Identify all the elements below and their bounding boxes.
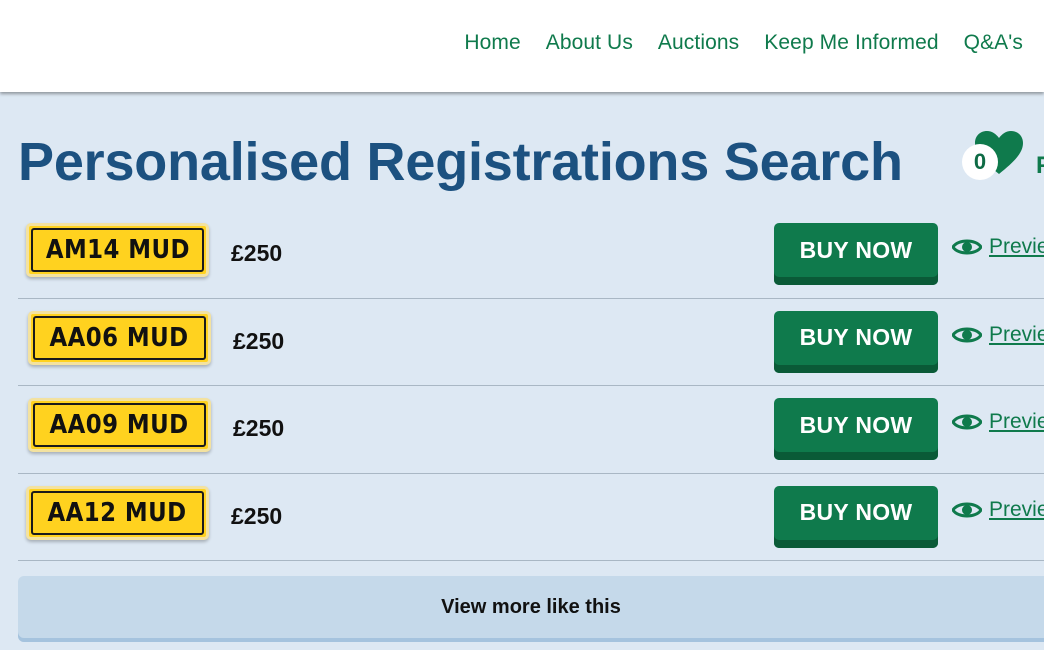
preview-label: Previe — [989, 497, 1044, 521]
eye-icon — [952, 239, 982, 255]
result-row: AA06 MUD £250 BUY NOW Previe — [18, 299, 1044, 386]
nav-item-qa: Q&A's — [964, 31, 1023, 55]
favourites-widget[interactable]: 0 F W — [962, 130, 1044, 210]
top-navigation: Home About Us Auctions Keep Me Informed … — [0, 0, 1044, 92]
preview-link[interactable]: Previe — [952, 410, 1044, 434]
nav-item-about-us: About Us — [546, 31, 633, 55]
preview-label: Previe — [989, 322, 1044, 346]
preview-link[interactable]: Previe — [952, 323, 1044, 347]
plate-registration: AA06 MUD — [49, 322, 190, 353]
buy-now-button[interactable]: BUY NOW — [774, 485, 938, 548]
favourites-count-badge: 0 — [962, 144, 998, 180]
favourites-label: F W — [1036, 152, 1044, 179]
nav-link-about-us[interactable]: About Us — [546, 31, 633, 54]
nav-item-auctions: Auctions — [658, 31, 739, 55]
nav-item-keep-me-informed: Keep Me Informed — [764, 31, 938, 55]
number-plate[interactable]: AA12 MUD — [26, 485, 209, 540]
price: £250 — [231, 502, 283, 529]
eye-icon — [952, 414, 982, 430]
plate-registration: AA09 MUD — [49, 410, 190, 440]
nav-item-home: Home — [464, 31, 520, 55]
result-row: AA09 MUD £250 BUY NOW Previe — [18, 386, 1044, 474]
buy-now-button[interactable]: BUY NOW — [774, 310, 938, 373]
plate-registration: AM14 MUD — [45, 235, 190, 265]
nav-link-qa[interactable]: Q&A's — [964, 31, 1023, 54]
preview-label: Previe — [989, 235, 1044, 258]
preview-link[interactable]: Previe — [952, 498, 1044, 522]
results-list: AM14 MUD £250 BUY NOW Previe AA06 MUD £2… — [18, 211, 1044, 561]
eye-icon — [952, 502, 982, 517]
number-plate-border: AA12 MUD — [31, 490, 204, 535]
result-row: AM14 MUD £250 BUY NOW Previe — [18, 211, 1044, 299]
price: £250 — [231, 240, 283, 266]
nav-link-keep-me-informed[interactable]: Keep Me Informed — [764, 31, 938, 54]
number-plate-border: AM14 MUD — [31, 228, 204, 272]
number-plate[interactable]: AA06 MUD — [28, 310, 211, 365]
number-plate-border: AA06 MUD — [33, 315, 206, 360]
eye-icon — [952, 327, 982, 342]
preview-label: Previe — [989, 410, 1044, 433]
number-plate[interactable]: AA09 MUD — [28, 398, 211, 452]
buy-now-button[interactable]: BUY NOW — [774, 398, 938, 460]
page-title: Personalised Registrations Search — [18, 132, 903, 192]
nav-link-auctions[interactable]: Auctions — [658, 31, 739, 54]
view-more-button[interactable]: View more like this — [18, 576, 1044, 642]
number-plate-border: AA09 MUD — [33, 403, 206, 447]
buy-now-button[interactable]: BUY NOW — [774, 223, 938, 285]
nav-menu: Home About Us Auctions Keep Me Informed … — [439, 31, 1023, 55]
price: £250 — [233, 415, 285, 441]
preview-link[interactable]: Previe — [952, 235, 1044, 259]
plate-registration: AA12 MUD — [47, 497, 188, 528]
result-row: AA12 MUD £250 BUY NOW Previe — [18, 474, 1044, 561]
price: £250 — [233, 327, 285, 354]
nav-link-home[interactable]: Home — [464, 31, 520, 54]
number-plate[interactable]: AM14 MUD — [26, 223, 209, 277]
